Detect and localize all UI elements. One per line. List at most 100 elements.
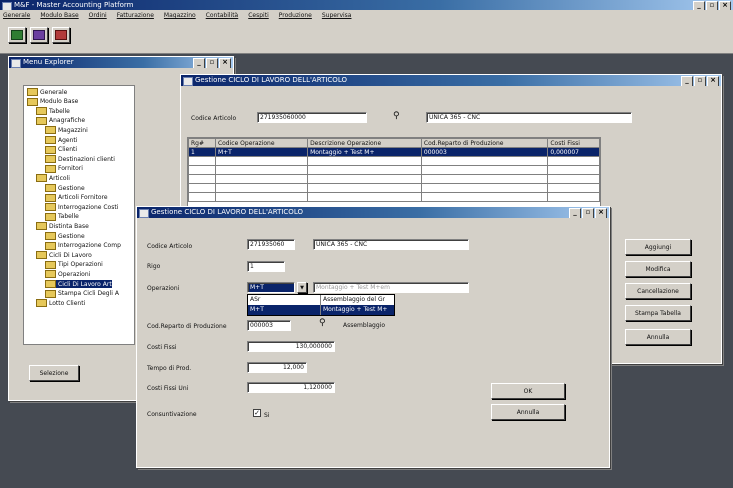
menu-modulo-base[interactable]: Modulo Base (40, 10, 78, 21)
table-cell (547, 156, 600, 166)
explorer-restore-icon[interactable]: ▫ (206, 58, 218, 68)
list-restore-icon[interactable]: ▫ (694, 76, 706, 86)
dropdown-option-desc: Assemblaggio del Gr (323, 296, 386, 303)
delete-button[interactable]: Cancellazione (625, 283, 691, 299)
menu-contabilit-[interactable]: Contabilità (206, 10, 239, 21)
search-icon[interactable]: ⚲ (393, 111, 400, 121)
tree-item[interactable]: Agenti (45, 136, 77, 144)
tree-item[interactable]: Anagrafiche (36, 116, 85, 125)
operation-select[interactable]: M+T (247, 282, 295, 293)
list-close-icon[interactable]: × (707, 76, 719, 86)
modify-button[interactable]: Modifica (625, 261, 691, 277)
tree-item[interactable]: Operazioni (45, 270, 90, 279)
empty-row[interactable] (188, 192, 600, 202)
grid-header[interactable]: Codice Operazione (214, 138, 309, 148)
dialog-title-bar: Gestione CICLO DI LAVORO DELL'ARTICOLO _… (137, 207, 609, 218)
ok-button[interactable]: OK (491, 383, 565, 399)
tree-item-label: Destinazioni clienti (58, 155, 115, 163)
minimize-icon[interactable]: _ (693, 1, 705, 10)
tree-item[interactable]: Modulo Base (27, 97, 78, 106)
menu-fatturazione[interactable]: Fatturazione (117, 10, 154, 21)
tree-item[interactable]: Tipi Operazioni (45, 260, 103, 269)
tree-item[interactable]: Fornitori (45, 164, 83, 173)
table-cell (188, 192, 216, 202)
tree-item[interactable]: Cicli Di Lavoro Art (45, 280, 112, 288)
dropdown-option[interactable]: ASr Assemblaggio del Gr (248, 295, 394, 305)
menu-ordini[interactable]: Ordini (89, 10, 107, 21)
table-cell (547, 165, 600, 175)
reparto-search-icon[interactable]: ⚲ (319, 318, 326, 328)
tree-item[interactable]: Tabelle (45, 212, 79, 221)
tree-item-label: Lotto Clienti (49, 299, 86, 307)
tree-item[interactable]: Lotto Clienti (36, 299, 86, 308)
menu-magazzino[interactable]: Magazzino (164, 10, 196, 21)
grid-header[interactable]: Descrizione Operazione (307, 138, 422, 148)
tree-item[interactable]: Interrogazione Comp (45, 241, 121, 250)
restore-icon[interactable]: ▫ (706, 1, 718, 10)
explorer-tree[interactable]: Generale Modulo Base Tabelle Anagrafiche Mag… (23, 85, 135, 345)
dialog-close-icon[interactable]: × (595, 208, 607, 218)
table-cell (214, 165, 309, 175)
empty-row[interactable] (188, 156, 600, 166)
folder-icon (45, 241, 56, 250)
tree-item[interactable]: Distinta Base (36, 222, 89, 231)
tree-item[interactable]: Destinazioni clienti (45, 155, 115, 164)
tree-item[interactable]: Clienti (45, 145, 77, 154)
tree-item[interactable]: Gestione (45, 184, 85, 192)
codice-articolo-field[interactable]: 271935060000 (257, 112, 367, 123)
dlg-reparto-field[interactable]: 000003 (247, 320, 291, 331)
toolbar-window-icon[interactable] (30, 27, 48, 43)
operation-dropdown-list[interactable]: ASr Assemblaggio del Gr M+T Montaggio + Tes… (247, 294, 395, 316)
menu-produzione[interactable]: Produzione (279, 10, 312, 21)
tree-item[interactable]: Articoli (36, 174, 70, 183)
dialog-cancel-button[interactable]: Annulla (491, 404, 565, 420)
list-title: Gestione CICLO DI LAVORO DELL'ARTICOLO (195, 76, 347, 84)
dlg-codice-label: Codice Articolo (147, 243, 193, 250)
dlg-rigo-field[interactable]: 1 (247, 261, 285, 272)
toolbar-chart-icon[interactable] (8, 27, 26, 43)
tree-item[interactable]: Magazzini (45, 126, 88, 135)
select-button[interactable]: Selezione (29, 365, 79, 381)
tree-item[interactable]: Gestione (45, 232, 85, 240)
cancel-list-button[interactable]: Annulla (625, 329, 691, 345)
tree-item[interactable]: Stampa Cicli Degli A (45, 289, 119, 298)
tree-item-label: Magazzini (58, 126, 88, 134)
tree-item[interactable]: Interrogazione Costi (45, 203, 118, 212)
explorer-close-icon[interactable]: × (219, 58, 231, 68)
table-row[interactable]: 1 M+T Montaggio + Test M+ 000003 0,000007 (188, 147, 600, 157)
add-button[interactable]: Aggiungi (625, 239, 691, 255)
dlg-costi-unit-field[interactable]: 1,120000 (247, 382, 335, 393)
menu-cespiti[interactable]: Cespiti (248, 10, 269, 21)
app-window-buttons: _ ▫ × (693, 1, 731, 10)
explorer-minimize-icon[interactable]: _ (193, 58, 205, 68)
list-minimize-icon[interactable]: _ (681, 76, 693, 86)
codice-articolo-label: Codice Articolo (191, 115, 237, 122)
close-icon[interactable]: × (719, 1, 731, 10)
tree-item-label: Generale (40, 88, 68, 96)
dialog-restore-icon[interactable]: ▫ (582, 208, 594, 218)
dialog-minimize-icon[interactable]: _ (569, 208, 581, 218)
tree-item[interactable]: Generale (27, 88, 67, 96)
dropdown-option[interactable]: M+T Montaggio + Test M+ (248, 305, 394, 315)
toolbar-books-icon[interactable] (52, 27, 70, 43)
operations-grid[interactable]: Rg# Codice Operazione Descrizione Operazio… (187, 137, 601, 217)
consuntivazione-checkbox[interactable]: ✓ (253, 409, 261, 417)
dlg-costi-fissi-field[interactable]: 130,000000 (247, 341, 335, 352)
menu-generale[interactable]: Generale (3, 10, 30, 21)
grid-header[interactable]: Costi Fissi (547, 138, 600, 148)
empty-row[interactable] (188, 174, 600, 184)
empty-row[interactable] (188, 165, 600, 175)
grid-header[interactable]: Rg# (188, 138, 216, 148)
menu-supervisa[interactable]: Supervisa (322, 10, 352, 21)
print-table-button[interactable]: Stampa Tabella (625, 305, 691, 321)
tree-item[interactable]: Cicli Di Lavoro (36, 251, 92, 260)
dlg-tempo-field[interactable]: 12,000 (247, 362, 307, 373)
tree-item[interactable]: Tabelle (36, 107, 70, 116)
grid-header[interactable]: Cod.Reparto di Produzione (420, 138, 549, 148)
table-cell (547, 174, 600, 184)
folder-icon (45, 260, 56, 269)
chevron-down-icon[interactable]: ▼ (297, 282, 307, 293)
empty-row[interactable] (188, 183, 600, 193)
dlg-reparto-descr: Assemblaggio (343, 322, 385, 329)
tree-item[interactable]: Articoli Fornitore (45, 193, 108, 202)
